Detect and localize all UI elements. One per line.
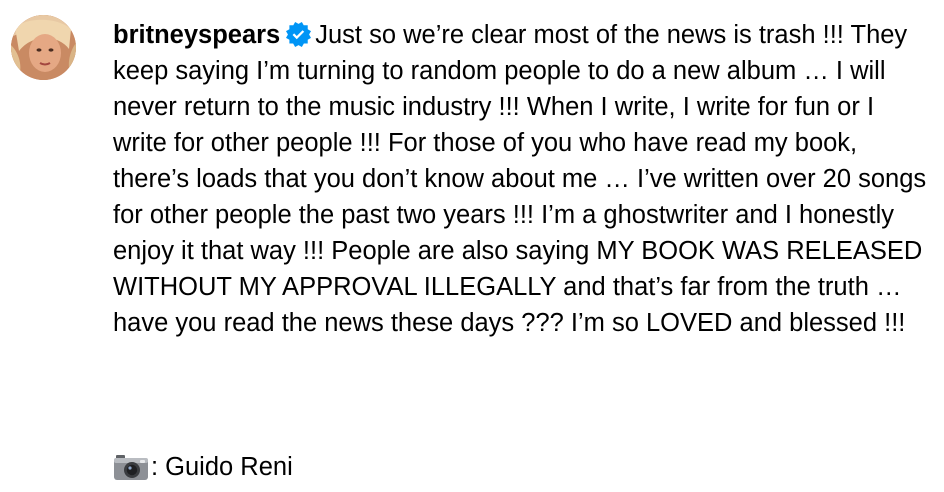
caption-body: Just so we’re clear most of the news is … (113, 21, 927, 337)
caption-text-block: britneyspears Just so we’re clear most of… (113, 17, 928, 341)
username-link[interactable]: britneyspears (113, 21, 280, 49)
photo-credit-text: : Guido Reni (151, 453, 293, 481)
camera-icon (113, 452, 149, 482)
verified-badge-icon (286, 21, 312, 47)
post-caption-block: britneyspears Just so we’re clear most of… (0, 0, 944, 492)
avatar-image (11, 15, 76, 80)
profile-avatar[interactable] (11, 15, 76, 80)
photo-credit: : Guido Reni (113, 449, 293, 485)
